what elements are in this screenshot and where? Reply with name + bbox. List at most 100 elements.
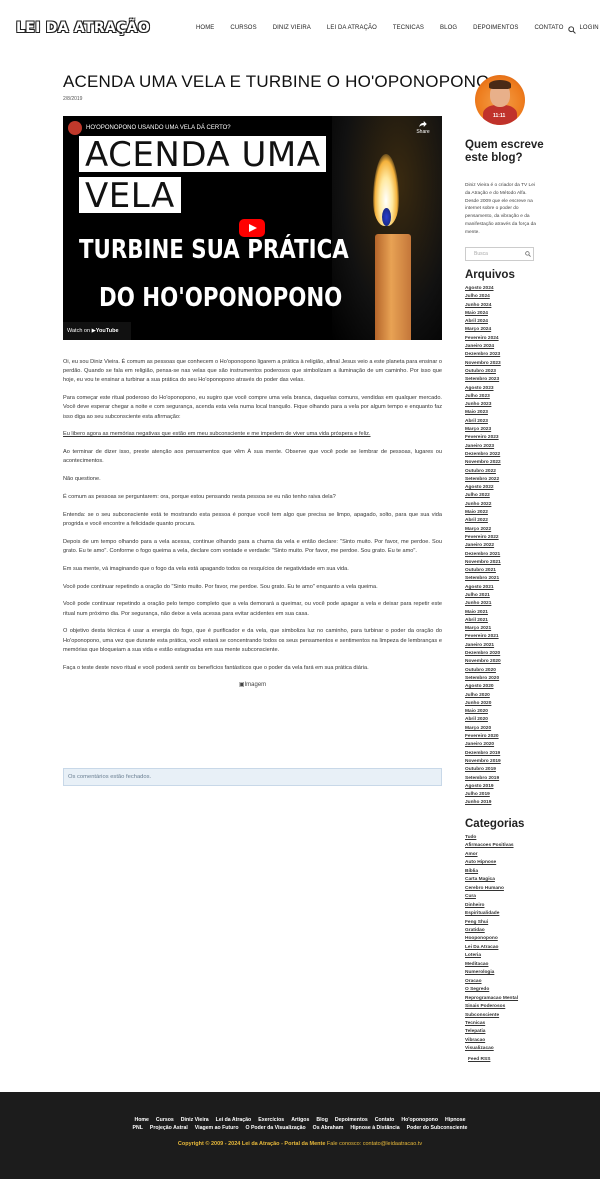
archive-link[interactable]: Fevereiro 2023	[465, 434, 535, 442]
nav-login[interactable]: LOGIN	[580, 25, 599, 31]
site-logo[interactable]: LEI DA ATRAÇÃO	[16, 20, 150, 36]
category-link[interactable]: Sinais Poderosos	[465, 1003, 540, 1011]
archive-link[interactable]: Agosto 2020	[465, 683, 535, 691]
archive-link[interactable]: Novembro 2023	[465, 360, 535, 368]
archive-link[interactable]: Março 2024	[465, 326, 535, 334]
archive-link[interactable]: Julho 2022	[465, 492, 535, 500]
nav-home[interactable]: HOME	[196, 25, 214, 31]
watch-on-youtube[interactable]: Watch on ▶YouTube	[63, 322, 131, 340]
category-link[interactable]: O Segredo	[465, 986, 540, 994]
archive-link[interactable]: Setembro 2023	[465, 376, 535, 384]
archive-link[interactable]: Junho 2024	[465, 302, 535, 310]
archive-link[interactable]: Dezembro 2023	[465, 351, 535, 359]
archive-link[interactable]: Dezembro 2019	[465, 750, 535, 758]
category-link[interactable]: Cura	[465, 893, 540, 901]
archive-link[interactable]: Julho 2024	[465, 293, 535, 301]
archive-link[interactable]: Julho 2023	[465, 393, 535, 401]
archive-link[interactable]: Março 2023	[465, 426, 535, 434]
archive-link[interactable]: Janeiro 2024	[465, 343, 535, 351]
category-link[interactable]: Tecnicas	[465, 1020, 540, 1028]
footer-nav-link[interactable]: Contato	[375, 1117, 395, 1123]
archive-link[interactable]: Julho 2020	[465, 692, 535, 700]
archive-link[interactable]: Junho 2023	[465, 401, 535, 409]
footer-nav-link[interactable]: Viagem ao Futuro	[195, 1125, 239, 1131]
footer-nav-link[interactable]: Home	[135, 1117, 149, 1123]
category-link[interactable]: Dinheiro	[465, 902, 540, 910]
archive-link[interactable]: Setembro 2020	[465, 675, 535, 683]
category-link[interactable]: Numerologia	[465, 969, 540, 977]
archive-link[interactable]: Novembro 2021	[465, 559, 535, 567]
play-button[interactable]	[239, 219, 265, 237]
archive-link[interactable]: Março 2022	[465, 526, 535, 534]
archive-link[interactable]: Abril 2023	[465, 418, 535, 426]
archive-link[interactable]: Maio 2022	[465, 509, 535, 517]
category-link[interactable]: Hooponopono	[465, 935, 540, 943]
footer-nav-link[interactable]: Hipnose à Distância	[350, 1125, 399, 1131]
archive-link[interactable]: Março 2021	[465, 625, 535, 633]
archive-link[interactable]: Outubro 2022	[465, 468, 535, 476]
category-link[interactable]: Oracao	[465, 978, 540, 986]
footer-nav-link[interactable]: Ho'oponopono	[401, 1117, 438, 1123]
archive-link[interactable]: Novembro 2020	[465, 658, 535, 666]
feed-rss-link[interactable]: Feed RSS	[468, 1057, 490, 1062]
category-link[interactable]: Visualizacao	[465, 1045, 540, 1053]
archive-link[interactable]: Outubro 2023	[465, 368, 535, 376]
archive-link[interactable]: Fevereiro 2024	[465, 335, 535, 343]
category-link[interactable]: Feng Shui	[465, 919, 540, 927]
category-link[interactable]: Cerebro Humano	[465, 885, 540, 893]
category-link[interactable]: Vibracao	[465, 1037, 540, 1045]
archive-link[interactable]: Fevereiro 2022	[465, 534, 535, 542]
category-link[interactable]: Tudo	[465, 834, 540, 842]
channel-avatar[interactable]	[68, 121, 82, 135]
category-link[interactable]: Lei Da Atracao	[465, 944, 540, 952]
nav-blog[interactable]: BLOG	[440, 25, 457, 31]
footer-nav-link[interactable]: Diniz Vieira	[181, 1117, 209, 1123]
archive-link[interactable]: Abril 2021	[465, 617, 535, 625]
archive-link[interactable]: Setembro 2022	[465, 476, 535, 484]
footer-nav-link[interactable]: Os Abraham	[313, 1125, 344, 1131]
archive-link[interactable]: Maio 2024	[465, 310, 535, 318]
footer-nav-link[interactable]: Cursos	[156, 1117, 174, 1123]
nav-contato[interactable]: CONTATO	[534, 25, 563, 31]
category-link[interactable]: Amor	[465, 851, 540, 859]
category-link[interactable]: Espiritualidade	[465, 910, 540, 918]
video-title[interactable]: HO'OPONOPONO USANDO UMA VELA DÁ CERTO?	[86, 125, 231, 131]
archive-link[interactable]: Novembro 2022	[465, 459, 535, 467]
archive-link[interactable]: Outubro 2019	[465, 766, 535, 774]
archive-link[interactable]: Dezembro 2020	[465, 650, 535, 658]
category-link[interactable]: Reprogramacao Mental	[465, 995, 540, 1003]
archive-link[interactable]: Janeiro 2022	[465, 542, 535, 550]
archive-link[interactable]: Agosto 2021	[465, 584, 535, 592]
footer-nav-link[interactable]: Hipnose	[445, 1117, 465, 1123]
sidebar-search-input[interactable]: Busca	[465, 247, 534, 261]
archive-link[interactable]: Dezembro 2022	[465, 451, 535, 459]
footer-nav-link[interactable]: Exercícios	[258, 1117, 284, 1123]
archive-link[interactable]: Setembro 2019	[465, 775, 535, 783]
footer-nav-link[interactable]: O Poder da Visualização	[246, 1125, 306, 1131]
archive-link[interactable]: Agosto 2022	[465, 484, 535, 492]
archive-link[interactable]: Abril 2024	[465, 318, 535, 326]
footer-nav-link[interactable]: Lei da Atração	[216, 1117, 252, 1123]
youtube-embed[interactable]: HO'OPONOPONO USANDO UMA VELA DÁ CERTO? S…	[63, 116, 442, 340]
contact-email-link[interactable]: contato@leidaatracao.tv	[363, 1141, 422, 1147]
nav-tecnicas[interactable]: TECNICAS	[393, 25, 424, 31]
category-link[interactable]: Bíblia	[465, 868, 540, 876]
archive-link[interactable]: Outubro 2020	[465, 667, 535, 675]
archive-link[interactable]: Março 2020	[465, 725, 535, 733]
archive-link[interactable]: Maio 2023	[465, 409, 535, 417]
footer-nav-link[interactable]: Artigos	[291, 1117, 309, 1123]
archive-link[interactable]: Janeiro 2020	[465, 741, 535, 749]
footer-nav-link[interactable]: PNL	[133, 1125, 143, 1131]
archive-link[interactable]: Maio 2021	[465, 609, 535, 617]
archive-link[interactable]: Agosto 2024	[465, 285, 535, 293]
category-link[interactable]: Loteria	[465, 952, 540, 960]
archive-link[interactable]: Setembro 2021	[465, 575, 535, 583]
nav-lei-da-atracao[interactable]: LEI DA ATRAÇÃO	[327, 25, 377, 31]
category-link[interactable]: Telepatia	[465, 1028, 540, 1036]
archive-link[interactable]: Janeiro 2023	[465, 443, 535, 451]
archive-link[interactable]: Outubro 2021	[465, 567, 535, 575]
search-icon[interactable]	[568, 26, 576, 34]
category-link[interactable]: Auto Hipnose	[465, 859, 540, 867]
footer-nav-link[interactable]: Depoimentos	[335, 1117, 368, 1123]
archive-link[interactable]: Junho 2020	[465, 700, 535, 708]
